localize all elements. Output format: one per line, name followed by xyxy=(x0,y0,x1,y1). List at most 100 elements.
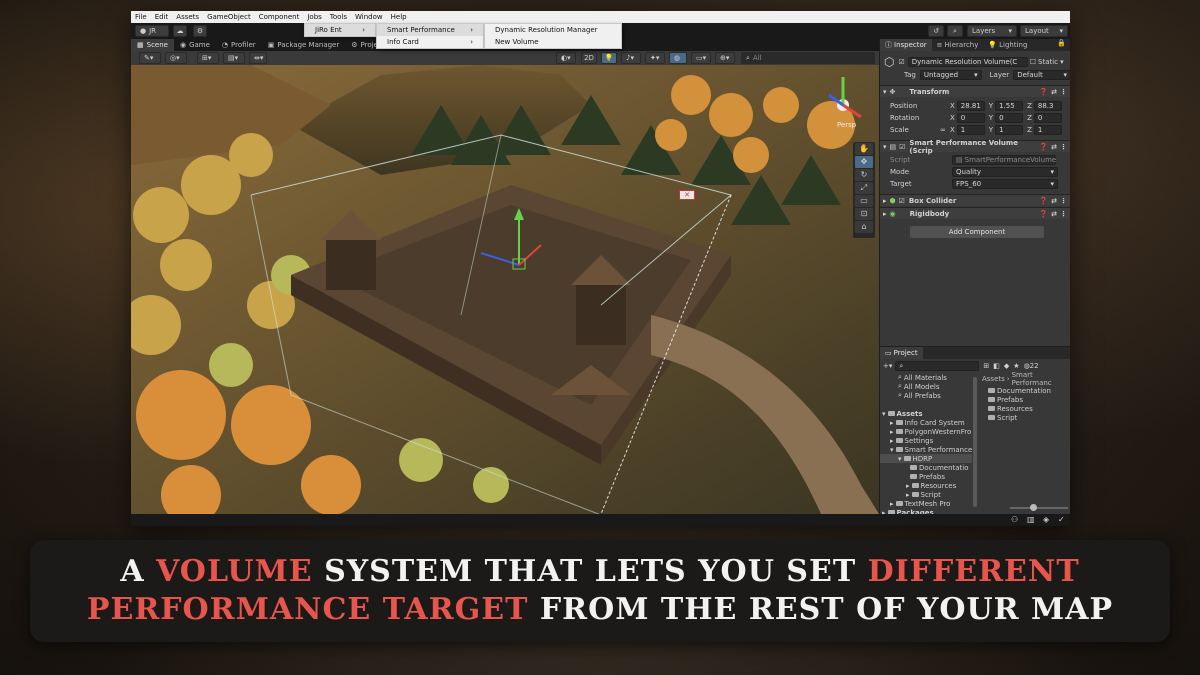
preset-icon[interactable]: ⇄ xyxy=(1051,143,1057,151)
tab-scene[interactable]: ▦ Scene xyxy=(131,39,174,51)
static-checkbox[interactable]: ☐ xyxy=(1030,58,1036,66)
more-icon[interactable]: ⋮ xyxy=(1060,88,1067,96)
menu-item-jiro-ent[interactable]: JiRo Ent › xyxy=(305,24,375,36)
tag-dropdown[interactable]: Untagged ▾ xyxy=(919,70,982,80)
content-item[interactable]: Script xyxy=(988,413,1017,422)
transform-tool-icon[interactable]: ⊡ xyxy=(855,208,873,220)
menu-edit[interactable]: Edit xyxy=(155,13,169,21)
rigidbody-header[interactable]: ▸ ◉ Rigidbody ❓ ⇄ ⋮ xyxy=(880,207,1070,219)
tab-package-manager[interactable]: ▣ Package Manager xyxy=(262,39,346,51)
check-icon[interactable]: ✓ xyxy=(1058,515,1065,524)
position-y-field[interactable]: 1.55 xyxy=(995,101,1024,111)
shading-dropdown[interactable]: ◐▾ xyxy=(556,52,576,64)
notification-icon[interactable]: ◈ xyxy=(1043,515,1049,524)
type-filter-icon[interactable]: ◧ xyxy=(993,362,1000,370)
layer-dropdown[interactable]: Default ▾ xyxy=(1013,70,1070,80)
breadcrumb-assets[interactable]: Assets xyxy=(982,375,1005,383)
tree-scrollbar[interactable] xyxy=(973,377,977,507)
tree-item[interactable]: ▸ PolygonWesternFro xyxy=(890,427,971,436)
tree-item[interactable]: Documentatio xyxy=(910,463,969,472)
cloud-icon[interactable]: ☁ xyxy=(173,25,187,37)
rect-tool-icon[interactable]: ▭ xyxy=(855,195,873,207)
tab-inspector[interactable]: ⓘ Inspector xyxy=(880,39,932,51)
tree-assets[interactable]: ▾ Assets xyxy=(882,409,923,418)
rotate-tool-icon[interactable]: ↻ xyxy=(855,169,873,181)
collab-icon[interactable]: ⚇ xyxy=(1011,515,1018,524)
favorite-all-prefabs[interactable]: ⌕ All Prefabs xyxy=(898,391,941,400)
tab-lighting[interactable]: 💡 Lighting xyxy=(983,39,1032,51)
grid-snap-dropdown[interactable]: ⊞▾ xyxy=(197,52,219,64)
layers-dropdown[interactable]: Layers ▾ xyxy=(967,25,1017,37)
tab-hierarchy[interactable]: ≡ Hierarchy xyxy=(932,39,984,51)
preset-icon[interactable]: ⇄ xyxy=(1051,210,1057,218)
transform-header[interactable]: ▾ ✥ Transform ❓ ⇄ ⋮ xyxy=(880,85,1070,97)
tree-item[interactable]: Prefabs xyxy=(910,472,945,481)
render-mode-dropdown[interactable]: ◎▾ xyxy=(165,52,187,64)
preset-icon[interactable]: ⇄ xyxy=(1051,88,1057,96)
object-name-field[interactable]: Dynamic Resolution Volume(C xyxy=(907,57,1028,67)
menu-item-smart-performance[interactable]: Smart Performance › xyxy=(377,24,483,36)
component-enabled-checkbox[interactable]: ☑ xyxy=(899,143,905,151)
chevron-down-icon[interactable]: ▾ xyxy=(1060,58,1064,66)
tree-item[interactable]: ▸ Info Card System xyxy=(890,418,965,427)
menu-help[interactable]: Help xyxy=(391,13,407,21)
more-icon[interactable]: ⋮ xyxy=(1060,210,1067,218)
menu-window[interactable]: Window xyxy=(355,13,383,21)
menu-jobs[interactable]: Jobs xyxy=(307,13,321,21)
help-icon[interactable]: ❓ xyxy=(1039,197,1048,205)
spv-header[interactable]: ▾ ▤ ☑ Smart Performance Volume (Scrip ❓ … xyxy=(880,139,1070,155)
mode-2d-toggle[interactable]: 2D xyxy=(581,52,597,64)
breadcrumb-smart-performance[interactable]: Smart Performanc xyxy=(1012,371,1070,387)
menu-file[interactable]: File xyxy=(135,13,147,21)
content-item[interactable]: Prefabs xyxy=(988,395,1023,404)
tree-item[interactable]: ▸ TextMesh Pro xyxy=(890,499,950,508)
zoom-slider-handle[interactable] xyxy=(1030,504,1037,511)
scale-z-field[interactable]: 1 xyxy=(1033,125,1062,135)
rotation-z-field[interactable]: 0 xyxy=(1033,113,1062,123)
filter-icon[interactable]: ⊞ xyxy=(983,362,989,370)
history-icon[interactable]: ↺ xyxy=(928,25,944,37)
lock-icon[interactable]: 🔒 xyxy=(1053,39,1070,51)
custom-tool-icon[interactable]: ⌂ xyxy=(855,221,873,233)
menu-item-new-volume[interactable]: New Volume xyxy=(485,36,621,48)
link-icon[interactable]: ∞ xyxy=(940,126,950,134)
help-icon[interactable]: ❓ xyxy=(1039,210,1048,218)
component-enabled-checkbox[interactable]: ☑ xyxy=(899,197,905,205)
menu-assets[interactable]: Assets xyxy=(176,13,199,21)
menu-item-info-card[interactable]: Info Card › xyxy=(377,36,483,48)
rotation-y-field[interactable]: 0 xyxy=(995,113,1024,123)
more-icon[interactable]: ⋮ xyxy=(1060,197,1067,205)
tab-game[interactable]: ◉ Game xyxy=(174,39,216,51)
menu-gameobject[interactable]: GameObject xyxy=(207,13,251,21)
cache-icon[interactable]: ▥ xyxy=(1027,515,1035,524)
box-collider-header[interactable]: ▸ ⬢ ☑ Box Collider ❓ ⇄ ⋮ xyxy=(880,194,1070,206)
scene-viewport[interactable]: Persp ✕ xyxy=(131,65,879,514)
help-icon[interactable]: ❓ xyxy=(1039,143,1048,151)
draw-mode-dropdown[interactable]: ✎▾ xyxy=(139,52,161,64)
menu-component[interactable]: Component xyxy=(259,13,300,21)
tab-profiler[interactable]: ◔ Profiler xyxy=(216,39,262,51)
grid-icon[interactable]: ▤▾ xyxy=(223,52,245,64)
tree-item-selected[interactable]: ▾ HDRP xyxy=(880,454,972,463)
content-item[interactable]: Resources xyxy=(988,404,1033,413)
tree-item[interactable]: ▸ Settings xyxy=(890,436,933,445)
move-tool-icon[interactable]: ✥ xyxy=(855,156,873,168)
preset-icon[interactable]: ⇄ xyxy=(1051,197,1057,205)
active-checkbox[interactable]: ☑ xyxy=(898,58,904,66)
scale-tool-icon[interactable]: ⤢ xyxy=(855,182,873,194)
scale-x-field[interactable]: 1 xyxy=(956,125,985,135)
account-dropdown[interactable]: ● JR xyxy=(135,25,169,37)
tree-item[interactable]: ▸ Script xyxy=(906,490,941,499)
target-dropdown[interactable]: FPS_60 ▾ xyxy=(952,179,1058,189)
rotation-x-field[interactable]: 0 xyxy=(956,113,985,123)
menu-tools[interactable]: Tools xyxy=(330,13,347,21)
snap-icon[interactable]: ⇹▾ xyxy=(249,52,267,64)
add-component-button[interactable]: Add Component xyxy=(910,226,1044,238)
search-icon[interactable]: ⌕ xyxy=(947,25,963,37)
label-filter-icon[interactable]: ◆ xyxy=(1004,362,1009,370)
help-icon[interactable]: ❓ xyxy=(1039,88,1048,96)
favorite-all-models[interactable]: ⌕ All Models xyxy=(898,382,940,391)
camera-icon[interactable]: ▭▾ xyxy=(691,52,711,64)
content-item[interactable]: Documentation xyxy=(988,386,1051,395)
gear-icon[interactable]: ⚙ xyxy=(193,25,207,37)
